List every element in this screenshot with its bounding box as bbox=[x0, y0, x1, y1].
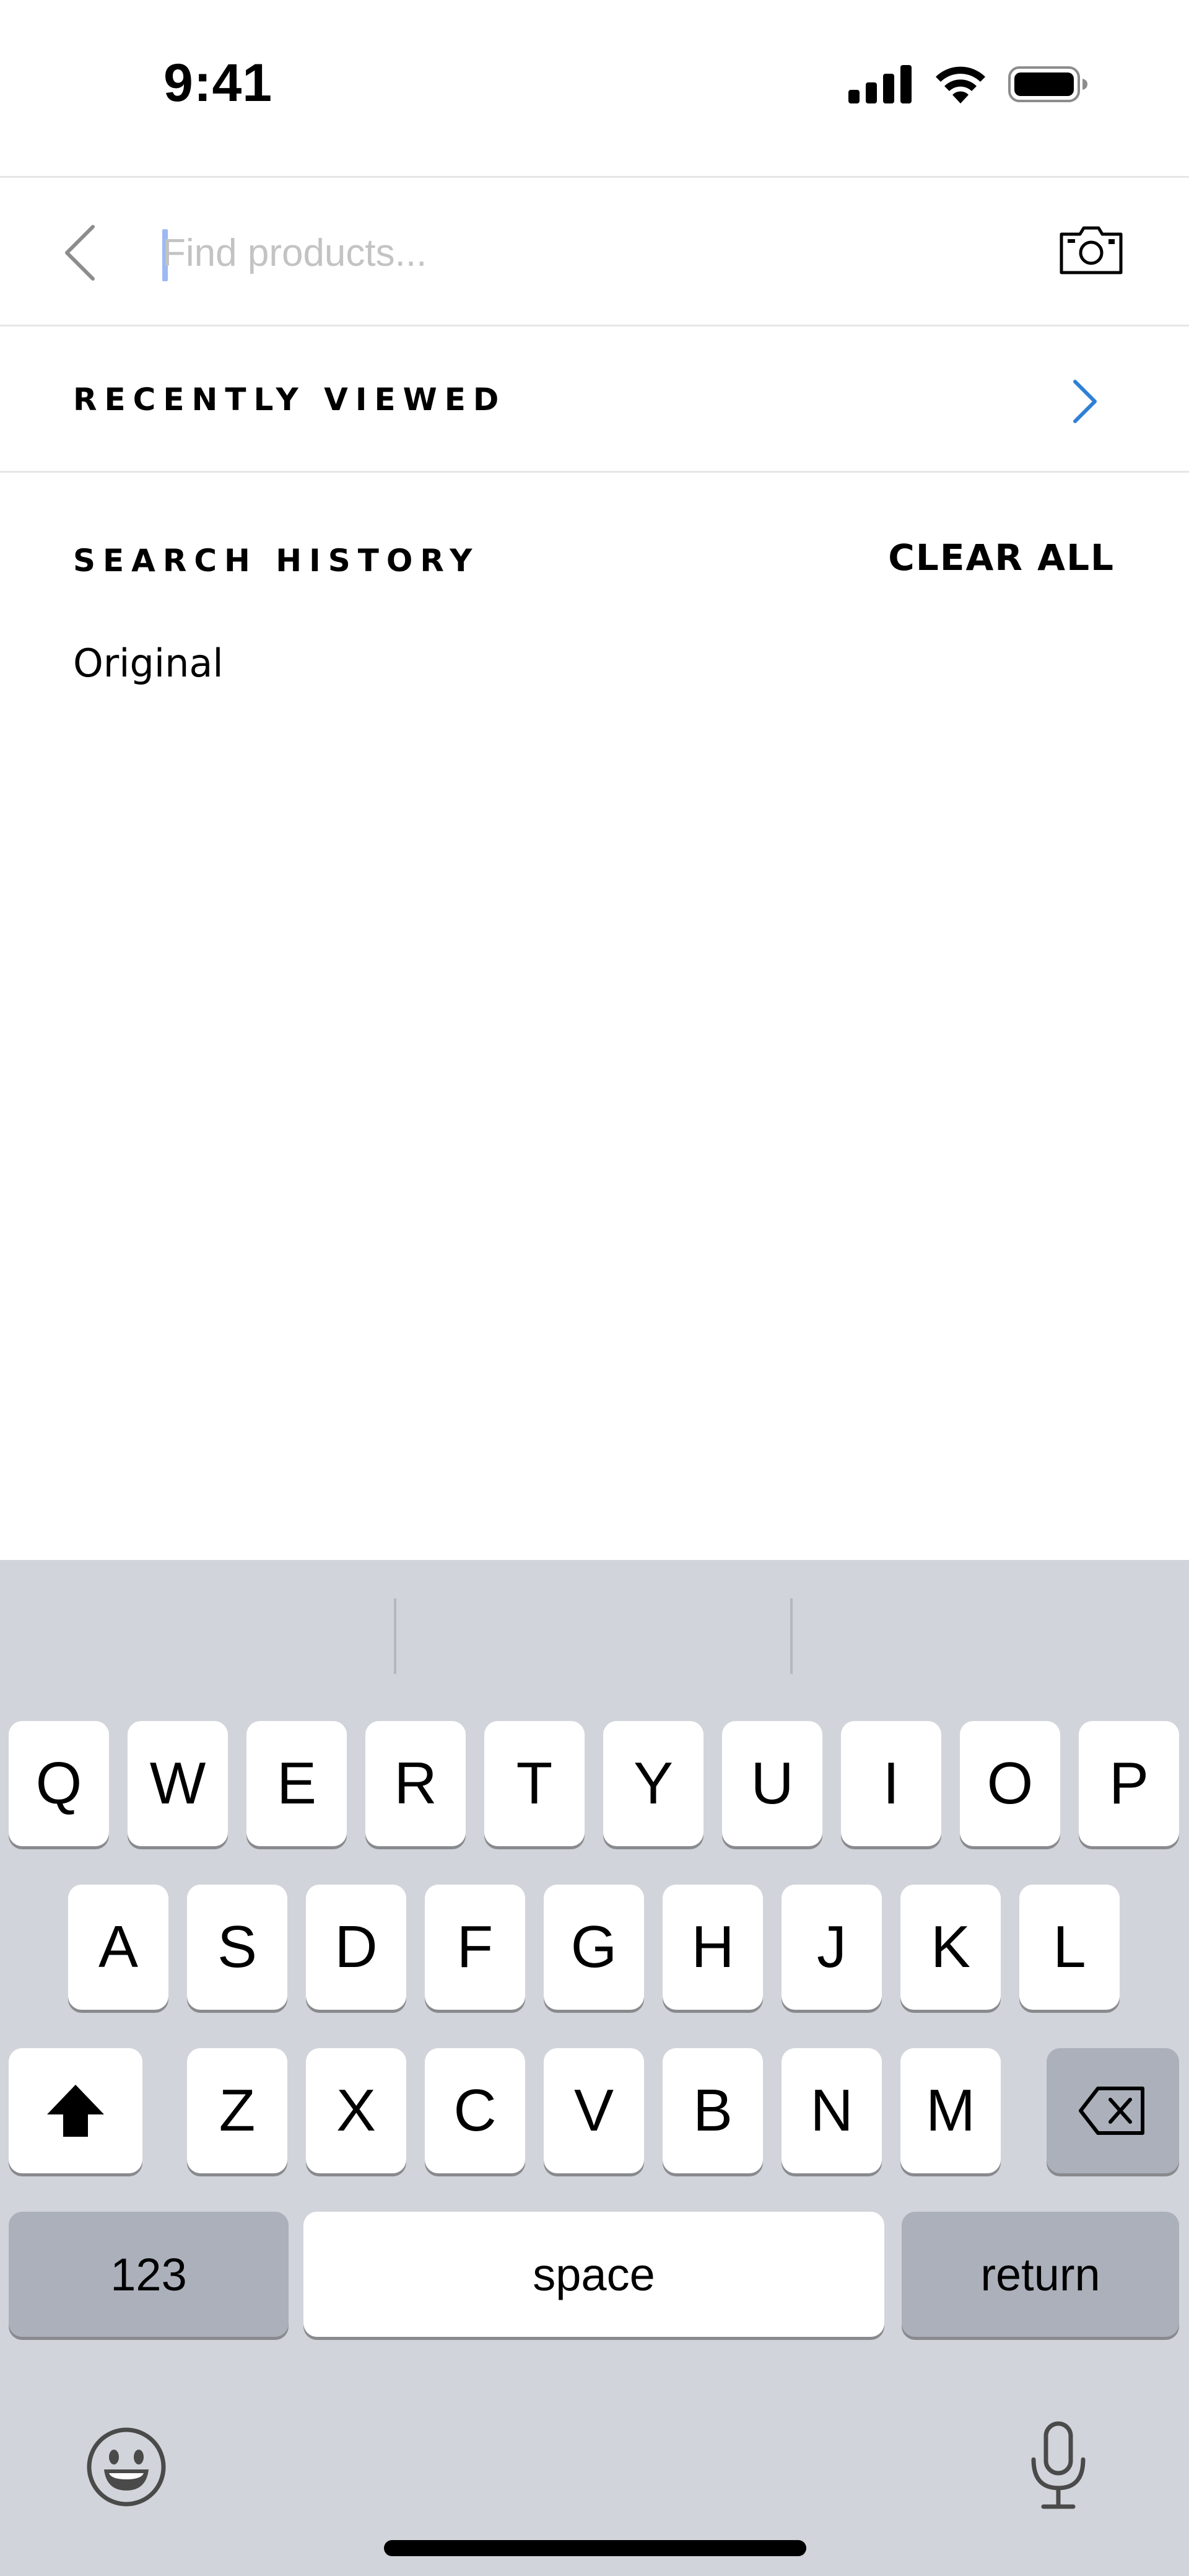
key-u[interactable]: U bbox=[722, 1721, 822, 1846]
delete-key[interactable] bbox=[1047, 2048, 1179, 2173]
key-t[interactable]: T bbox=[484, 1721, 585, 1846]
search-input[interactable] bbox=[162, 221, 1004, 285]
battery-icon bbox=[1008, 66, 1087, 102]
chevron-left-icon bbox=[65, 225, 95, 281]
predictive-divider bbox=[790, 1598, 793, 1674]
recently-viewed-title: RECENTLY VIEWED bbox=[73, 382, 507, 418]
key-b[interactable]: B bbox=[663, 2048, 763, 2173]
numbers-key[interactable]: 123 bbox=[9, 2212, 289, 2337]
key-l[interactable]: L bbox=[1019, 1885, 1120, 2010]
recently-viewed-row[interactable]: RECENTLY VIEWED bbox=[0, 328, 1189, 473]
key-d[interactable]: D bbox=[306, 1885, 406, 2010]
microphone-icon[interactable] bbox=[1028, 2421, 1089, 2510]
key-k[interactable]: K bbox=[900, 1885, 1001, 2010]
key-i[interactable]: I bbox=[841, 1721, 941, 1846]
key-q[interactable]: Q bbox=[9, 1721, 109, 1846]
key-o[interactable]: O bbox=[960, 1721, 1060, 1846]
search-history-title: SEARCH HISTORY bbox=[73, 543, 480, 579]
emoji-icon[interactable] bbox=[85, 2426, 167, 2508]
key-m[interactable]: M bbox=[900, 2048, 1001, 2173]
history-item[interactable]: Original bbox=[73, 641, 224, 686]
home-indicator bbox=[384, 2540, 806, 2556]
key-e[interactable]: E bbox=[246, 1721, 347, 1846]
key-r[interactable]: R bbox=[365, 1721, 466, 1846]
delete-icon bbox=[1079, 2087, 1144, 2135]
back-button[interactable] bbox=[50, 218, 109, 287]
key-n[interactable]: N bbox=[782, 2048, 882, 2173]
chevron-right-icon bbox=[1073, 380, 1097, 423]
clear-all-button[interactable]: CLEAR ALL bbox=[888, 537, 1115, 579]
key-x[interactable]: X bbox=[306, 2048, 406, 2173]
space-key[interactable]: space bbox=[303, 2212, 884, 2337]
key-z[interactable]: Z bbox=[187, 2048, 287, 2173]
wifi-icon bbox=[936, 66, 985, 103]
key-p[interactable]: P bbox=[1079, 1721, 1179, 1846]
camera-search-button[interactable] bbox=[1059, 223, 1123, 275]
key-s[interactable]: S bbox=[187, 1885, 287, 2010]
predictive-bar bbox=[0, 1560, 1189, 1709]
key-h[interactable]: H bbox=[663, 1885, 763, 2010]
search-bar bbox=[0, 180, 1189, 326]
key-g[interactable]: G bbox=[544, 1885, 644, 2010]
key-j[interactable]: J bbox=[782, 1885, 882, 2010]
search-screen: 9:41 Find products... RECENTLY VIEWED SE… bbox=[0, 0, 1189, 2576]
return-key[interactable]: return bbox=[902, 2212, 1179, 2337]
key-v[interactable]: V bbox=[544, 2048, 644, 2173]
shift-icon bbox=[47, 2085, 104, 2137]
status-icons bbox=[848, 65, 1089, 103]
keyboard: Q W E R T Y U I O P A S D F G H J K L Z … bbox=[0, 1560, 1189, 2576]
key-c[interactable]: C bbox=[425, 2048, 525, 2173]
key-f[interactable]: F bbox=[425, 1885, 525, 2010]
signal-icon bbox=[848, 65, 912, 103]
status-bar: 9:41 bbox=[0, 0, 1189, 178]
camera-icon bbox=[1060, 226, 1123, 274]
key-y[interactable]: Y bbox=[603, 1721, 703, 1846]
shift-key[interactable] bbox=[9, 2048, 142, 2173]
key-w[interactable]: W bbox=[128, 1721, 228, 1846]
predictive-divider bbox=[394, 1598, 396, 1674]
status-time: 9:41 bbox=[163, 53, 273, 113]
key-a[interactable]: A bbox=[68, 1885, 168, 2010]
